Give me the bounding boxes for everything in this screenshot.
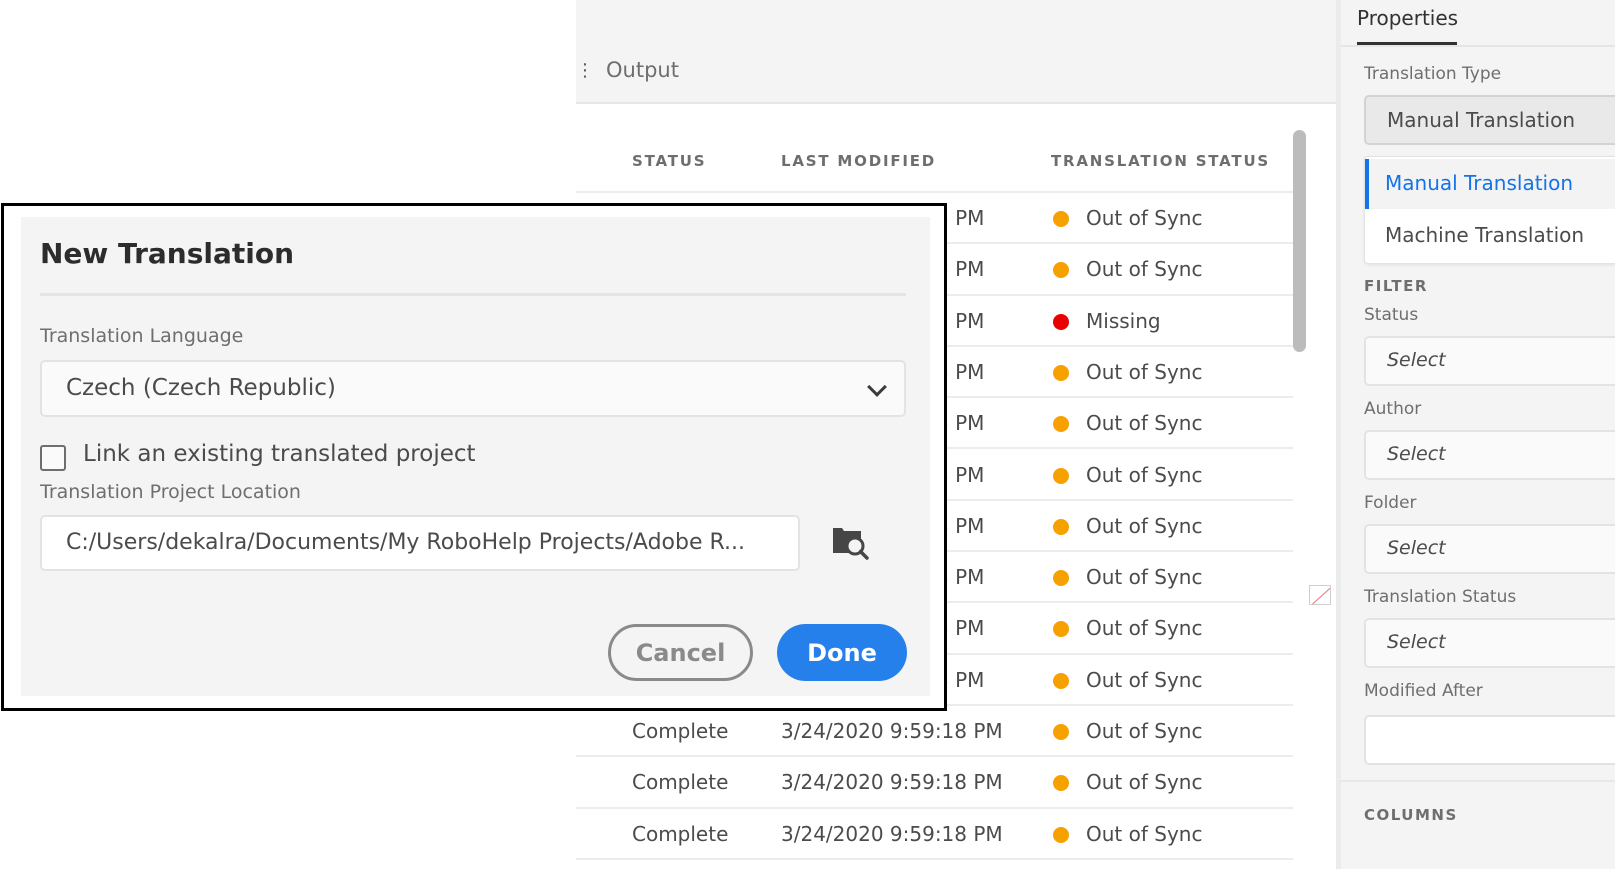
table-row[interactable]: Complete 3/24/2020 9:59:18 PM Out of Sync xyxy=(576,809,1293,860)
cell-last-modified: 3/24/2020 9:59:18 PM xyxy=(781,821,1003,846)
broken-image-icon xyxy=(1309,585,1331,605)
status-dot-icon xyxy=(1053,211,1069,227)
cell-translation-status: Out of Sync xyxy=(1086,719,1203,743)
modified-after-label: Modified After xyxy=(1364,681,1483,701)
status-dot-icon xyxy=(1053,826,1069,843)
cell-translation-status: Missing xyxy=(1086,308,1161,333)
table-scrollbar[interactable] xyxy=(1293,130,1306,352)
cell-translation-status: Out of Sync xyxy=(1086,821,1203,846)
drag-handle-icon: ⋮ xyxy=(576,59,594,81)
translation-type-label: Translation Type xyxy=(1364,64,1502,84)
translation-project-location-input[interactable]: C:/Users/dekalra/Documents/My RoboHelp P… xyxy=(40,515,800,571)
status-dot-icon xyxy=(1053,775,1069,792)
column-header-status[interactable]: STATUS xyxy=(632,152,706,170)
properties-panel: Properties Translation Type Manual Trans… xyxy=(1336,0,1615,869)
status-filter-label: Status xyxy=(1364,305,1419,325)
column-header-last-modified[interactable]: LAST MODIFIED xyxy=(781,152,936,170)
new-translation-dialog-frame: New Translation Translation Language Cze… xyxy=(1,203,947,711)
cell-translation-status: Out of Sync xyxy=(1086,206,1203,230)
translation-status-filter-select[interactable]: Select xyxy=(1364,618,1615,668)
cell-translation-status: Out of Sync xyxy=(1086,667,1203,692)
cell-last-modified: 3/24/2020 9:59:18 PM xyxy=(781,719,1003,743)
filter-heading: FILTER xyxy=(1364,277,1428,295)
status-dot-icon xyxy=(1053,313,1069,330)
table-header: STATUS LAST MODIFIED TRANSLATION STATUS xyxy=(576,104,1293,193)
columns-heading: COLUMNS xyxy=(1364,806,1458,824)
translation-type-dropdown[interactable]: Manual Translation xyxy=(1364,95,1615,145)
status-dot-icon xyxy=(1053,672,1069,689)
status-dot-icon xyxy=(1053,262,1069,279)
column-header-translation-status[interactable]: TRANSLATION STATUS xyxy=(1051,152,1270,170)
tab-output[interactable]: ⋮ Output xyxy=(576,58,679,82)
cancel-button[interactable]: Cancel xyxy=(608,624,753,681)
author-filter-select[interactable]: Select xyxy=(1364,430,1615,480)
menu-item-machine-translation[interactable]: Machine Translation xyxy=(1365,211,1615,261)
status-filter-select[interactable]: Select xyxy=(1364,336,1615,386)
cell-status: Complete xyxy=(632,821,729,846)
cell-status: Complete xyxy=(632,770,729,795)
translation-project-location-value: C:/Users/dekalra/Documents/My RoboHelp P… xyxy=(66,530,745,555)
browse-folder-icon[interactable] xyxy=(831,522,871,562)
status-dot-icon xyxy=(1053,467,1069,484)
cell-translation-status: Out of Sync xyxy=(1086,513,1203,538)
divider xyxy=(40,293,906,296)
cell-translation-status: Out of Sync xyxy=(1086,257,1203,282)
tab-output-label: Output xyxy=(606,58,679,82)
main-tab-bar: ⋮ Output xyxy=(576,0,1336,104)
menu-item-manual-translation[interactable]: Manual Translation xyxy=(1365,159,1615,209)
translation-language-value: Czech (Czech Republic) xyxy=(66,375,336,401)
cell-translation-status: Out of Sync xyxy=(1086,462,1203,487)
link-existing-project-label[interactable]: Link an existing translated project xyxy=(83,441,476,467)
chevron-down-icon xyxy=(867,377,887,397)
divider xyxy=(1341,45,1615,47)
cell-last-modified: 3/24/2020 9:59:18 PM xyxy=(781,770,1003,795)
translation-language-label: Translation Language xyxy=(40,325,244,347)
cell-translation-status: Out of Sync xyxy=(1086,770,1203,795)
status-dot-icon xyxy=(1053,621,1069,638)
folder-filter-label: Folder xyxy=(1364,493,1417,513)
cell-status: Complete xyxy=(632,719,729,743)
author-filter-label: Author xyxy=(1364,399,1422,419)
translation-project-location-label: Translation Project Location xyxy=(40,481,301,503)
status-dot-icon xyxy=(1053,416,1069,433)
cell-translation-status: Out of Sync xyxy=(1086,616,1203,641)
translation-status-filter-label: Translation Status xyxy=(1364,587,1517,607)
divider xyxy=(1341,780,1615,782)
modified-after-input[interactable] xyxy=(1364,715,1615,765)
cell-translation-status: Out of Sync xyxy=(1086,411,1203,436)
translation-language-dropdown[interactable]: Czech (Czech Republic) xyxy=(40,360,906,417)
dialog-title: New Translation xyxy=(40,237,295,270)
status-dot-icon xyxy=(1053,724,1069,740)
translation-type-menu: Manual Translation Machine Translation xyxy=(1364,156,1615,264)
done-button[interactable]: Done xyxy=(777,624,907,681)
new-translation-dialog: New Translation Translation Language Cze… xyxy=(21,217,930,696)
status-dot-icon xyxy=(1053,364,1069,381)
cell-translation-status: Out of Sync xyxy=(1086,565,1203,590)
table-row[interactable]: Complete 3/24/2020 9:59:18 PM Out of Sync xyxy=(576,757,1293,809)
table-row[interactable]: Complete 3/24/2020 9:59:18 PM Out of Sync xyxy=(576,706,1293,758)
folder-filter-select[interactable]: Select xyxy=(1364,524,1615,574)
tab-properties[interactable]: Properties xyxy=(1357,6,1458,40)
status-dot-icon xyxy=(1053,518,1069,535)
status-dot-icon xyxy=(1053,570,1069,587)
link-existing-project-checkbox[interactable] xyxy=(40,445,66,471)
cell-translation-status: Out of Sync xyxy=(1086,359,1203,384)
